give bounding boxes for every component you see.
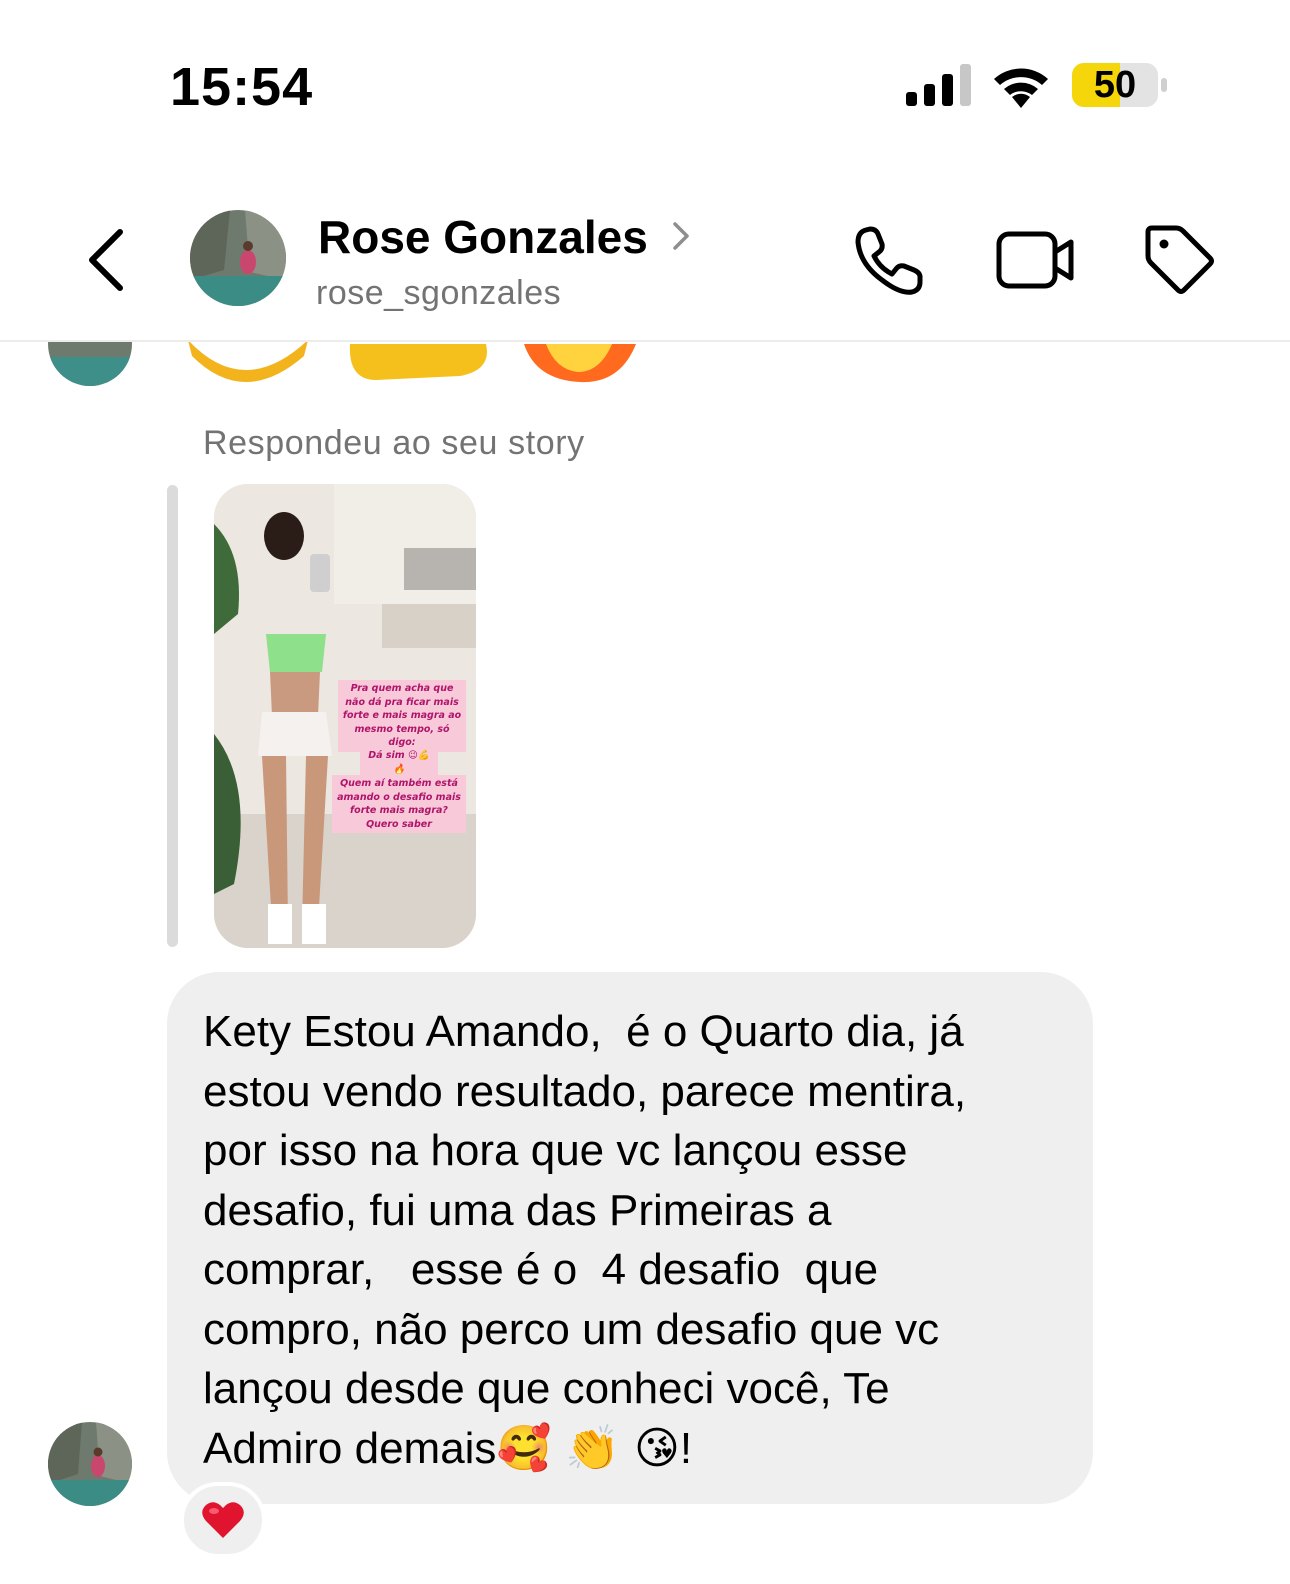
wifi-icon	[994, 68, 1048, 108]
contact-name[interactable]: Rose Gonzales	[318, 210, 648, 264]
chevron-right-icon[interactable]	[668, 218, 694, 254]
message-punctuation: !	[679, 1423, 693, 1473]
status-time: 15:54	[170, 57, 314, 117]
reply-indicator-bar	[167, 485, 178, 947]
chat-screen: 15:54 50 Rose Gonzales rose_sgonzales Re…	[0, 0, 1290, 1584]
message-body: Kety Estou Amando, é o Quarto dia, já es…	[203, 1007, 967, 1473]
contact-username: rose_sgonzales	[316, 274, 562, 312]
call-button[interactable]	[852, 224, 926, 298]
back-button[interactable]	[80, 224, 136, 296]
message-emojis: 🥰 👏 😘	[496, 1422, 680, 1474]
battery-level: 50	[1093, 63, 1137, 106]
signal-bars-icon	[906, 64, 971, 106]
tag-icon	[1145, 225, 1214, 294]
chat-header: Rose Gonzales rose_sgonzales	[0, 190, 1290, 342]
story-reply-caption: Respondeu ao seu story	[203, 424, 585, 462]
reaction-badge[interactable]: ❤️	[180, 1482, 266, 1558]
video-call-button[interactable]	[996, 226, 1076, 294]
contact-avatar[interactable]	[190, 210, 286, 306]
story-text-overlay: Quem aí também está amando o desafio mai…	[332, 775, 466, 833]
message-text: Kety Estou Amando, é o Quarto dia, já es…	[203, 1002, 1073, 1478]
video-camera-icon	[996, 231, 1074, 289]
phone-icon	[855, 226, 923, 295]
tag-button[interactable]	[1142, 222, 1218, 298]
heart-icon	[202, 1502, 244, 1538]
story-text-overlay: Dá sim 😉💪🔥	[360, 747, 438, 778]
story-thumbnail[interactable]: Pra quem acha que não dá pra ficar mais …	[214, 484, 476, 948]
sender-avatar[interactable]	[48, 1422, 132, 1506]
message-bubble[interactable]: Kety Estou Amando, é o Quarto dia, já es…	[167, 972, 1093, 1504]
story-text-overlay: Pra quem acha que não dá pra ficar mais …	[338, 680, 466, 752]
